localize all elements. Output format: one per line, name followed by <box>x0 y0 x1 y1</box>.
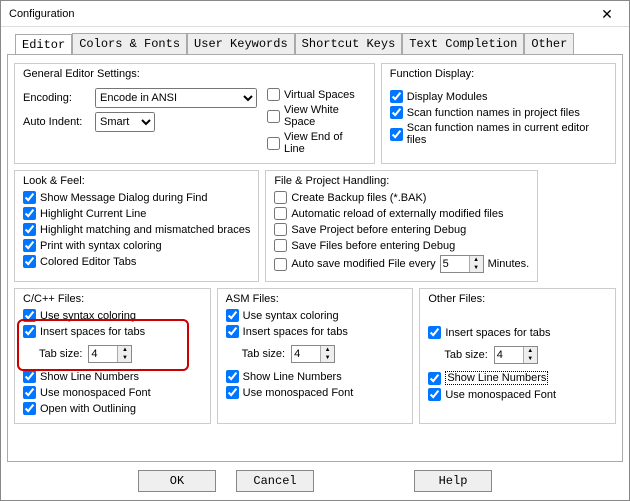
autoindent-label: Auto Indent: <box>23 116 89 128</box>
asm-tabsize-input[interactable] <box>292 346 320 362</box>
otherfiles-title: Other Files: <box>428 293 607 305</box>
editor-panel: General Editor Settings: Encoding: Encod… <box>7 54 623 462</box>
tab-shortcut-keys[interactable]: Shortcut Keys <box>295 33 403 54</box>
encoding-select[interactable]: Encode in ANSI <box>95 88 257 108</box>
other-tabsize-spin[interactable]: ▲▼ <box>494 346 538 364</box>
group-asm-files: ASM Files: Use syntax coloring Insert sp… <box>217 288 414 424</box>
group-file-handling: File & Project Handling: Create Backup f… <box>265 170 538 282</box>
asm-tabsize-spin[interactable]: ▲▼ <box>291 345 335 363</box>
asm-insert-spaces-check[interactable]: Insert spaces for tabs <box>226 325 405 338</box>
ok-button[interactable]: OK <box>138 470 216 492</box>
c-outlining-check[interactable]: Open with Outlining <box>23 402 202 415</box>
cancel-button[interactable]: Cancel <box>236 470 314 492</box>
display-modules-check[interactable]: Display Modules <box>390 90 607 103</box>
autosave-minutes-input[interactable] <box>441 256 469 272</box>
tab-other[interactable]: Other <box>524 33 574 54</box>
save-proj-debug-check[interactable]: Save Project before entering Debug <box>274 223 529 236</box>
view-whitespace-check[interactable]: View White Space <box>267 104 366 128</box>
minutes-label: Minutes. <box>488 258 530 270</box>
spin-up-icon[interactable]: ▲ <box>470 256 483 264</box>
other-mono-font-check[interactable]: Use monospaced Font <box>428 388 607 401</box>
autoreload-check[interactable]: Automatic reload of externally modified … <box>274 207 529 220</box>
asm-line-numbers-check[interactable]: Show Line Numbers <box>226 370 405 383</box>
autosave-check[interactable]: Auto save modified File every <box>274 258 435 271</box>
titlebar: Configuration ✕ <box>1 1 629 27</box>
encoding-label: Encoding: <box>23 92 89 104</box>
asm-tabsize-label: Tab size: <box>242 348 285 360</box>
tab-editor[interactable]: Editor <box>15 34 72 55</box>
group-general: General Editor Settings: Encoding: Encod… <box>14 63 375 164</box>
other-tabsize-input[interactable] <box>495 347 523 363</box>
spin-down-icon[interactable]: ▼ <box>118 354 131 362</box>
view-eol-check[interactable]: View End of Line <box>267 131 366 155</box>
spin-up-icon[interactable]: ▲ <box>321 346 334 354</box>
backup-check[interactable]: Create Backup files (*.BAK) <box>274 191 529 204</box>
config-dialog: Configuration ✕ Editor Colors & Fonts Us… <box>0 0 630 501</box>
cfiles-title: C/C++ Files: <box>23 293 202 305</box>
print-syntax-check[interactable]: Print with syntax coloring <box>23 239 250 252</box>
save-files-debug-check[interactable]: Save Files before entering Debug <box>274 239 529 252</box>
autoindent-select[interactable]: Smart <box>95 112 155 132</box>
spin-down-icon[interactable]: ▼ <box>321 354 334 362</box>
hl-current-check[interactable]: Highlight Current Line <box>23 207 250 220</box>
group-c-files: C/C++ Files: Use syntax coloring Insert … <box>14 288 211 424</box>
asm-syntax-check[interactable]: Use syntax coloring <box>226 309 405 322</box>
c-syntax-check[interactable]: Use syntax coloring <box>23 309 202 322</box>
client-area: Editor Colors & Fonts User Keywords Shor… <box>1 27 629 500</box>
scan-project-check[interactable]: Scan function names in project files <box>390 106 607 119</box>
colored-tabs-check[interactable]: Colored Editor Tabs <box>23 255 250 268</box>
group-look-feel: Look & Feel: Show Message Dialog during … <box>14 170 259 282</box>
general-title: General Editor Settings: <box>23 68 366 80</box>
tabstrip: Editor Colors & Fonts User Keywords Shor… <box>15 33 623 54</box>
c-tabsize-label: Tab size: <box>39 348 82 360</box>
other-tabsize-label: Tab size: <box>444 349 487 361</box>
other-insert-spaces-check[interactable]: Insert spaces for tabs <box>428 326 607 339</box>
c-tabsize-input[interactable] <box>89 346 117 362</box>
spin-down-icon[interactable]: ▼ <box>470 264 483 272</box>
c-line-numbers-check[interactable]: Show Line Numbers <box>23 370 202 383</box>
asmfiles-title: ASM Files: <box>226 293 405 305</box>
lookfeel-title: Look & Feel: <box>23 175 250 187</box>
close-icon[interactable]: ✕ <box>591 4 623 24</box>
tab-user-keywords[interactable]: User Keywords <box>187 33 295 54</box>
asm-mono-font-check[interactable]: Use monospaced Font <box>226 386 405 399</box>
spin-up-icon[interactable]: ▲ <box>524 347 537 355</box>
msg-dialog-check[interactable]: Show Message Dialog during Find <box>23 191 250 204</box>
c-mono-font-check[interactable]: Use monospaced Font <box>23 386 202 399</box>
c-tabsize-spin[interactable]: ▲▼ <box>88 345 132 363</box>
group-other-files: Other Files: Insert spaces for tabs Tab … <box>419 288 616 424</box>
tab-colors-fonts[interactable]: Colors & Fonts <box>72 33 187 54</box>
c-insert-spaces-check[interactable]: Insert spaces for tabs <box>23 325 202 338</box>
group-function-display: Function Display: Display Modules Scan f… <box>381 63 616 164</box>
spin-down-icon[interactable]: ▼ <box>524 355 537 363</box>
autosave-minutes-spin[interactable]: ▲▼ <box>440 255 484 273</box>
dialog-buttons: OK Cancel Help <box>7 462 623 494</box>
virtual-spaces-check[interactable]: Virtual Spaces <box>267 88 366 101</box>
scan-current-check[interactable]: Scan function names in current editor fi… <box>390 122 607 146</box>
help-button[interactable]: Help <box>414 470 492 492</box>
filehandling-title: File & Project Handling: <box>274 175 529 187</box>
window-title: Configuration <box>7 8 591 20</box>
funcdisp-title: Function Display: <box>390 68 607 80</box>
spin-up-icon[interactable]: ▲ <box>118 346 131 354</box>
tab-text-completion[interactable]: Text Completion <box>402 33 524 54</box>
hl-braces-check[interactable]: Highlight matching and mismatched braces <box>23 223 250 236</box>
other-line-numbers-check[interactable]: Show Line Numbers <box>428 371 607 385</box>
